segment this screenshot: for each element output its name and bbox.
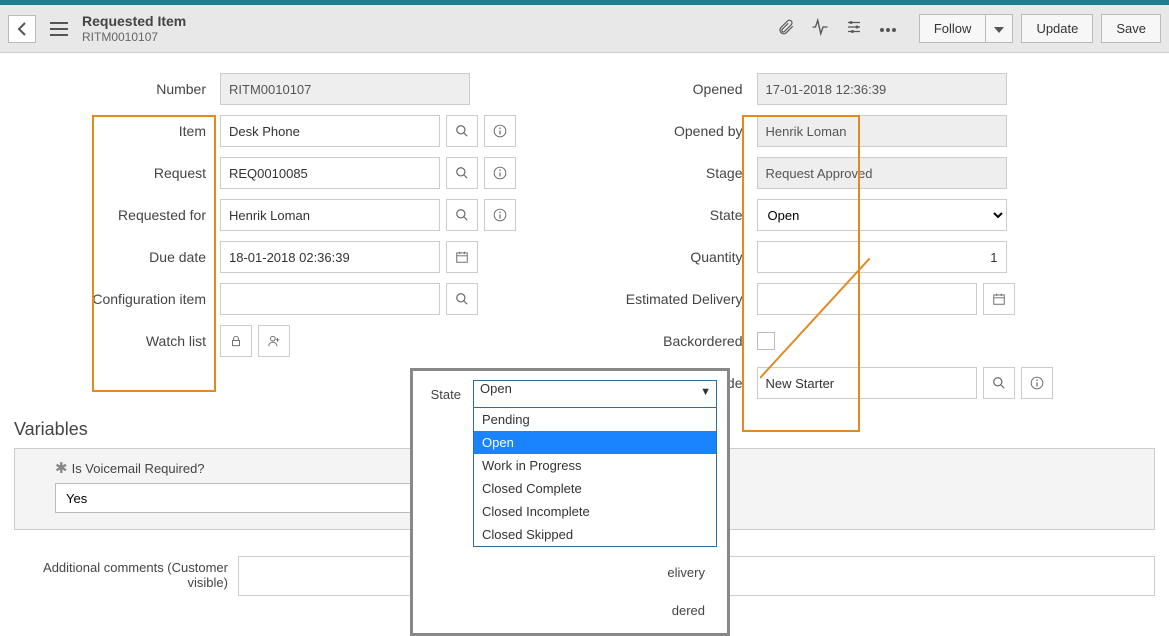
right-column: Opened Opened by Stage State Open bbox=[597, 73, 1160, 409]
popup-state-value: Open bbox=[480, 381, 512, 396]
state-option[interactable]: Closed Complete bbox=[474, 477, 716, 500]
state-option[interactable]: Pending bbox=[474, 408, 716, 431]
follow-button[interactable]: Follow bbox=[919, 14, 986, 43]
stage-label: Stage bbox=[597, 165, 757, 181]
reqfor-info-button[interactable] bbox=[484, 199, 516, 231]
state-option[interactable]: Work in Progress bbox=[474, 454, 716, 477]
request-field[interactable] bbox=[220, 157, 440, 189]
follow-caret[interactable] bbox=[985, 14, 1013, 43]
due-field[interactable] bbox=[220, 241, 440, 273]
page-title: Requested Item bbox=[82, 13, 186, 30]
state-label: State bbox=[597, 207, 757, 223]
reqfor-field[interactable] bbox=[220, 199, 440, 231]
item-label: Item bbox=[10, 123, 220, 139]
eta-field[interactable] bbox=[757, 283, 977, 315]
more-icon[interactable] bbox=[879, 21, 897, 36]
settings-icon[interactable] bbox=[845, 18, 863, 39]
due-label: Due date bbox=[10, 249, 220, 265]
state-select[interactable]: Open bbox=[757, 199, 1007, 231]
save-button[interactable]: Save bbox=[1101, 14, 1161, 43]
state-option[interactable]: Closed Skipped bbox=[474, 523, 716, 546]
ci-lookup-button[interactable] bbox=[446, 283, 478, 315]
popup-back-label: dered bbox=[423, 603, 717, 618]
record-number: RITM0010107 bbox=[82, 30, 186, 44]
comments-label: Additional comments (Customer visible) bbox=[14, 556, 228, 596]
qty-field[interactable] bbox=[757, 241, 1007, 273]
request-lookup-button[interactable] bbox=[446, 157, 478, 189]
guide-lookup-button[interactable] bbox=[983, 367, 1015, 399]
eta-calendar-button[interactable] bbox=[983, 283, 1015, 315]
reqfor-lookup-button[interactable] bbox=[446, 199, 478, 231]
number-field bbox=[220, 73, 470, 105]
eta-label: Estimated Delivery bbox=[597, 291, 757, 307]
title-block: Requested Item RITM0010107 bbox=[82, 13, 186, 44]
activity-icon[interactable] bbox=[811, 18, 829, 39]
header-icons bbox=[777, 18, 897, 39]
update-button[interactable]: Update bbox=[1021, 14, 1093, 43]
voicemail-label-text: Is Voicemail Required? bbox=[72, 461, 205, 476]
header-bar: Requested Item RITM0010107 Follow Update… bbox=[0, 5, 1169, 53]
required-icon: ✱ bbox=[55, 459, 68, 477]
state-popup: State Open ▼ PendingOpenWork in Progress… bbox=[410, 368, 730, 636]
back-button[interactable] bbox=[8, 15, 36, 43]
request-info-button[interactable] bbox=[484, 157, 516, 189]
item-field[interactable] bbox=[220, 115, 440, 147]
state-option[interactable]: Closed Incomplete bbox=[474, 500, 716, 523]
ci-label: Configuration item bbox=[10, 291, 220, 307]
guide-info-button[interactable] bbox=[1021, 367, 1053, 399]
follow-group: Follow bbox=[919, 14, 1014, 43]
attachment-icon[interactable] bbox=[777, 18, 795, 39]
watch-label: Watch list bbox=[10, 333, 220, 349]
openedby-label: Opened by bbox=[597, 123, 757, 139]
backorder-checkbox[interactable] bbox=[757, 332, 775, 350]
popup-eta-label: elivery bbox=[423, 565, 717, 580]
opened-label: Opened bbox=[597, 81, 757, 97]
state-option[interactable]: Open bbox=[474, 431, 716, 454]
openedby-field bbox=[757, 115, 1007, 147]
guide-field[interactable] bbox=[757, 367, 977, 399]
qty-label: Quantity bbox=[597, 249, 757, 265]
reqfor-label: Requested for bbox=[10, 207, 220, 223]
menu-icon[interactable] bbox=[46, 18, 72, 40]
item-lookup-button[interactable] bbox=[446, 115, 478, 147]
popup-state-label: State bbox=[423, 387, 473, 402]
opened-field bbox=[757, 73, 1007, 105]
watch-lock-button[interactable] bbox=[220, 325, 252, 357]
state-dropdown-list: PendingOpenWork in ProgressClosed Comple… bbox=[473, 408, 717, 547]
left-column: Number Item Request Requested for bbox=[10, 73, 573, 409]
backorder-label: Backordered bbox=[597, 333, 757, 349]
number-label: Number bbox=[10, 81, 220, 97]
stage-field bbox=[757, 157, 1007, 189]
popup-state-select[interactable]: Open bbox=[473, 380, 717, 408]
item-info-button[interactable] bbox=[484, 115, 516, 147]
watch-add-me-button[interactable] bbox=[258, 325, 290, 357]
request-label: Request bbox=[10, 165, 220, 181]
due-calendar-button[interactable] bbox=[446, 241, 478, 273]
ci-field[interactable] bbox=[220, 283, 440, 315]
